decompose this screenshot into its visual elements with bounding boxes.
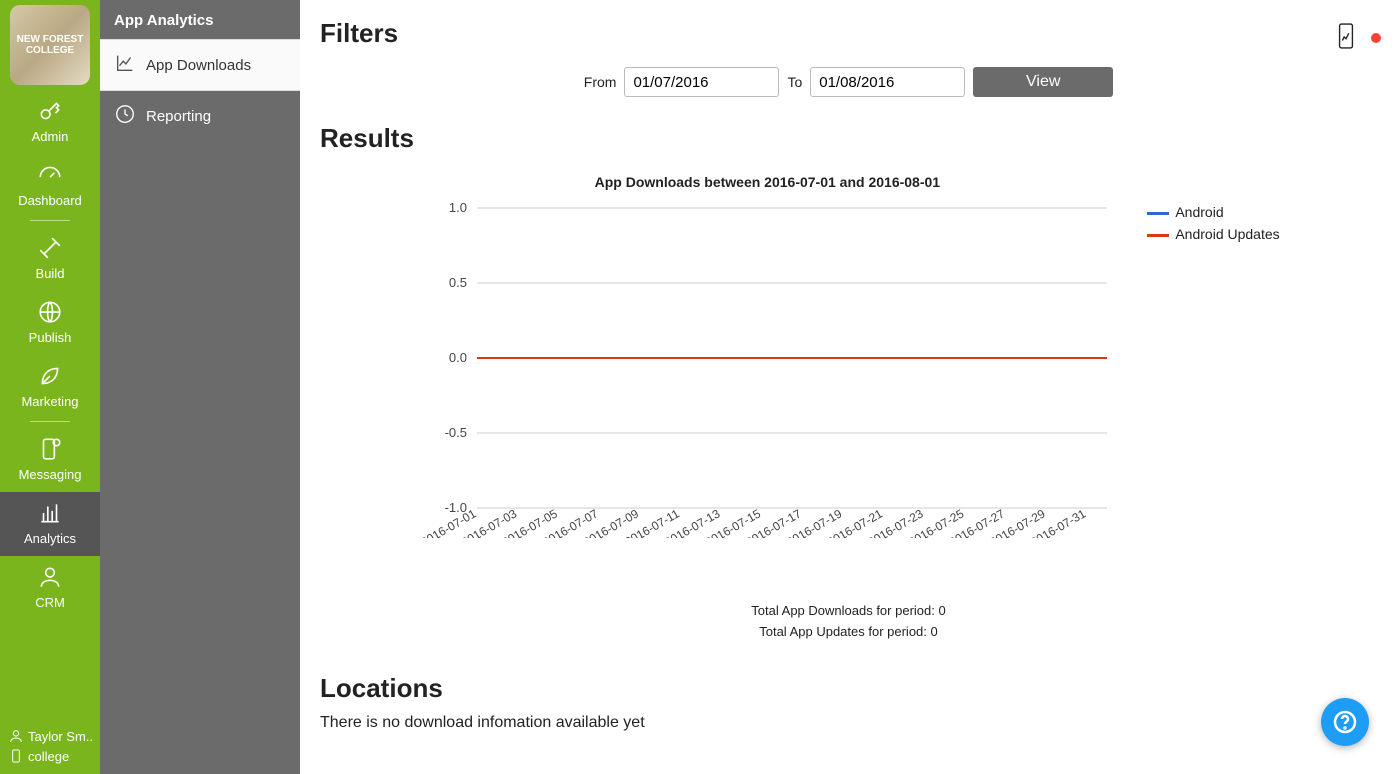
nav-label: Publish <box>29 330 72 345</box>
chart-legend: Android Android Updates <box>1147 174 1279 248</box>
user-icon <box>8 728 24 744</box>
subnav-label: App Downloads <box>146 57 251 74</box>
from-date-input[interactable] <box>624 67 779 97</box>
user-row[interactable]: Taylor Sm.. <box>0 726 100 746</box>
status-dot <box>1371 33 1381 43</box>
nav-publish[interactable]: Publish <box>0 291 100 355</box>
linechart-icon <box>114 52 136 78</box>
nav-admin[interactable]: Admin <box>0 90 100 154</box>
filters-heading: Filters <box>320 18 1377 49</box>
nav-label: Marketing <box>21 394 78 409</box>
brand-logo: NEW FOREST COLLEGE <box>10 5 90 85</box>
nav-crm[interactable]: CRM <box>0 556 100 620</box>
help-button[interactable] <box>1321 698 1369 746</box>
totals: Total App Downloads for period: 0 Total … <box>320 601 1377 643</box>
nav-label: Dashboard <box>18 193 82 208</box>
subnav-title: App Analytics <box>100 0 300 39</box>
results-heading: Results <box>320 123 1377 154</box>
svg-text:0.5: 0.5 <box>449 275 467 290</box>
org-name: college <box>28 749 69 764</box>
help-icon <box>1333 710 1357 734</box>
svg-text:-0.5: -0.5 <box>445 425 467 440</box>
nav-label: Analytics <box>24 531 76 546</box>
chart: App Downloads between 2016-07-01 and 201… <box>417 174 1117 541</box>
org-row[interactable]: college <box>0 746 100 766</box>
brand-text: NEW FOREST COLLEGE <box>10 34 90 56</box>
nav-label: Messaging <box>19 467 82 482</box>
nav-messaging[interactable]: Messaging <box>0 428 100 492</box>
view-button[interactable]: View <box>973 67 1113 97</box>
locations-empty-text: There is no download infomation availabl… <box>320 714 1377 732</box>
svg-text:0.0: 0.0 <box>449 350 467 365</box>
legend-label: Android Updates <box>1175 226 1279 242</box>
subnav-reporting[interactable]: Reporting <box>100 91 300 141</box>
user-name: Taylor Sm.. <box>28 729 93 744</box>
primary-nav: NEW FOREST COLLEGE Admin Dashboard Build… <box>0 0 100 774</box>
nav-separator <box>30 421 70 422</box>
rocket-icon <box>37 363 63 392</box>
messaging-icon <box>37 436 63 465</box>
filter-row: From To View <box>320 57 1377 115</box>
nav-footer: Taylor Sm.. college <box>0 722 100 774</box>
total-updates: Total App Updates for period: 0 <box>320 622 1377 643</box>
legend-item: Android Updates <box>1147 226 1279 242</box>
gauge-icon <box>37 162 63 191</box>
analytics-icon <box>37 500 63 529</box>
locations-heading: Locations <box>320 673 1377 704</box>
legend-label: Android <box>1175 204 1223 220</box>
to-date-input[interactable] <box>810 67 965 97</box>
nav-separator <box>30 220 70 221</box>
subnav-label: Reporting <box>146 108 211 125</box>
clock-icon <box>114 103 136 129</box>
globe-icon <box>37 299 63 328</box>
nav-dashboard[interactable]: Dashboard <box>0 154 100 218</box>
phone-icon <box>8 748 24 764</box>
chart-title: App Downloads between 2016-07-01 and 201… <box>417 174 1117 190</box>
total-downloads: Total App Downloads for period: 0 <box>320 601 1377 622</box>
nav-label: Build <box>36 266 65 281</box>
nav-label: CRM <box>35 595 65 610</box>
device-analytics-icon[interactable] <box>1335 22 1357 53</box>
main-content: Filters From To View Results App Downloa… <box>300 0 1397 774</box>
subnav-app-downloads[interactable]: App Downloads <box>100 39 300 91</box>
secondary-nav: App Analytics App Downloads Reporting <box>100 0 300 774</box>
chart-container: App Downloads between 2016-07-01 and 201… <box>320 174 1377 541</box>
crm-icon <box>37 564 63 593</box>
tools-icon <box>37 235 63 264</box>
top-right-controls <box>1335 22 1381 53</box>
key-icon <box>37 98 63 127</box>
nav-analytics[interactable]: Analytics <box>0 492 100 556</box>
nav-marketing[interactable]: Marketing <box>0 355 100 419</box>
to-label: To <box>787 74 802 90</box>
nav-build[interactable]: Build <box>0 227 100 291</box>
legend-item: Android <box>1147 204 1279 220</box>
chart-svg: -1.0-0.50.00.51.02016-07-012016-07-03201… <box>417 198 1117 538</box>
nav-label: Admin <box>32 129 69 144</box>
from-label: From <box>584 74 617 90</box>
svg-text:1.0: 1.0 <box>449 200 467 215</box>
